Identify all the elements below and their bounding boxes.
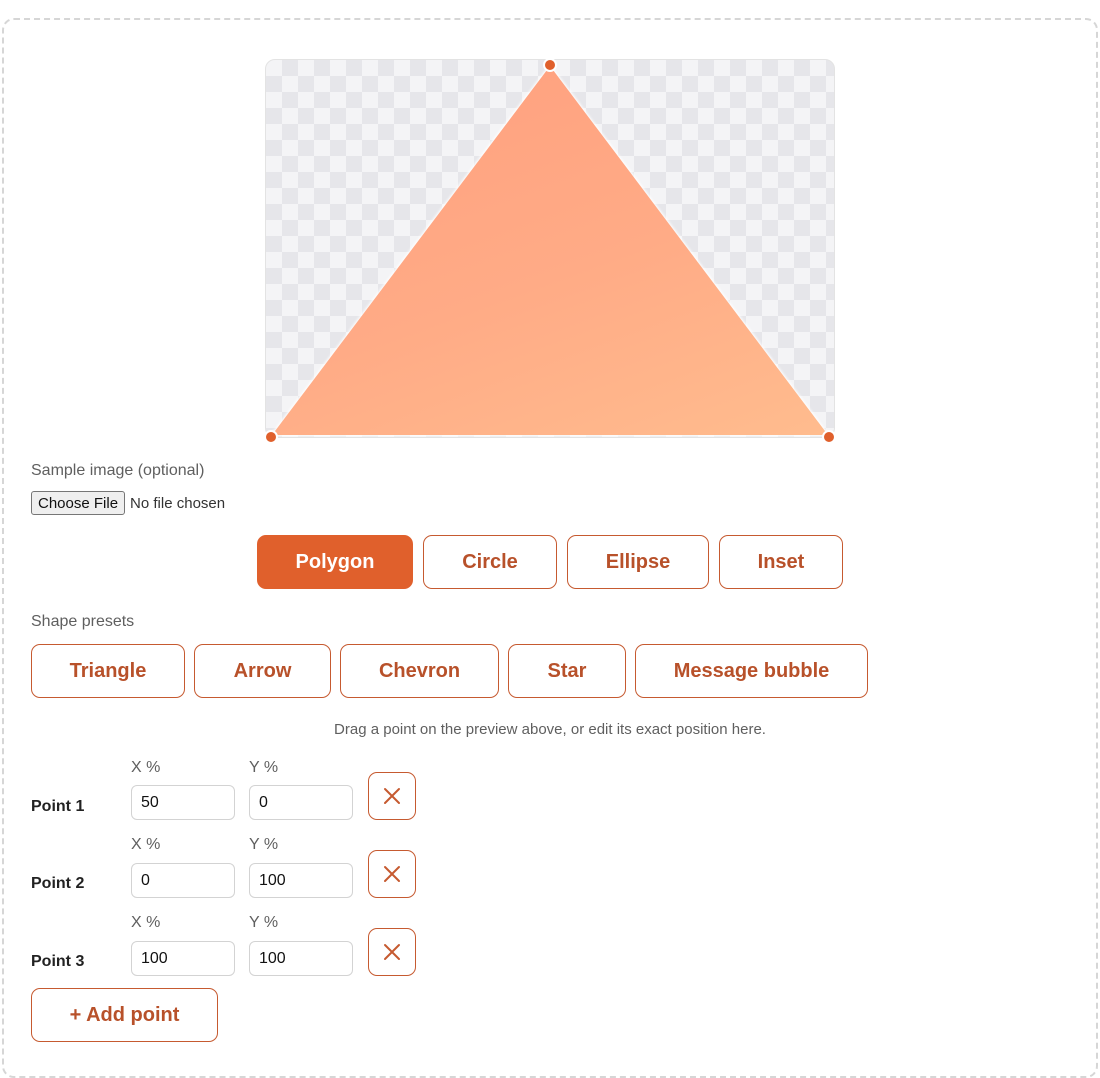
close-icon	[384, 866, 400, 882]
preset-star-button[interactable]: Star	[508, 644, 626, 698]
point-1-handle[interactable]	[543, 58, 557, 72]
preset-arrow-button[interactable]: Arrow	[194, 644, 331, 698]
point-label: Point 1	[31, 798, 85, 815]
preset-chevron-button[interactable]: Chevron	[340, 644, 499, 698]
point-2-y-input[interactable]	[249, 863, 353, 898]
choose-file-button[interactable]: Choose File	[31, 491, 126, 515]
shape-type-inset-button[interactable]: Inset	[719, 535, 843, 589]
shape-outline	[266, 60, 834, 437]
shape-type-polygon-button[interactable]: Polygon	[257, 535, 413, 589]
point-label: Point 3	[31, 953, 85, 970]
point-3-y-input[interactable]	[249, 941, 353, 976]
x-column-label: X %	[131, 914, 161, 931]
point-label: Point 2	[31, 875, 85, 892]
file-input-label: Sample image (optional)	[31, 462, 205, 479]
point-3-x-input[interactable]	[131, 941, 235, 976]
close-icon	[384, 944, 400, 960]
close-icon	[384, 788, 400, 804]
file-input[interactable]: Choose File No file chosen	[31, 491, 225, 515]
y-column-label: Y %	[249, 914, 279, 931]
remove-point-3-button[interactable]	[368, 928, 416, 976]
point-2-handle[interactable]	[264, 430, 278, 444]
shape-type-circle-button[interactable]: Circle	[423, 535, 557, 589]
drag-hint: Drag a point on the preview above, or ed…	[334, 721, 766, 738]
add-point-button[interactable]: + Add point	[31, 988, 218, 1042]
remove-point-2-button[interactable]	[368, 850, 416, 898]
clipped-shape	[272, 66, 828, 435]
y-column-label: Y %	[249, 836, 279, 853]
x-column-label: X %	[131, 836, 161, 853]
shape-preview[interactable]	[265, 59, 835, 438]
y-column-label: Y %	[249, 759, 279, 776]
x-column-label: X %	[131, 759, 161, 776]
preset-message-bubble-button[interactable]: Message bubble	[635, 644, 868, 698]
presets-label: Shape presets	[31, 613, 135, 630]
remove-point-1-button[interactable]	[368, 772, 416, 820]
preset-triangle-button[interactable]: Triangle	[31, 644, 185, 698]
point-3-handle[interactable]	[822, 430, 836, 444]
point-1-y-input[interactable]	[249, 785, 353, 820]
point-2-x-input[interactable]	[131, 863, 235, 898]
point-1-x-input[interactable]	[131, 785, 235, 820]
shape-type-ellipse-button[interactable]: Ellipse	[567, 535, 709, 589]
file-status: No file chosen	[130, 494, 226, 512]
